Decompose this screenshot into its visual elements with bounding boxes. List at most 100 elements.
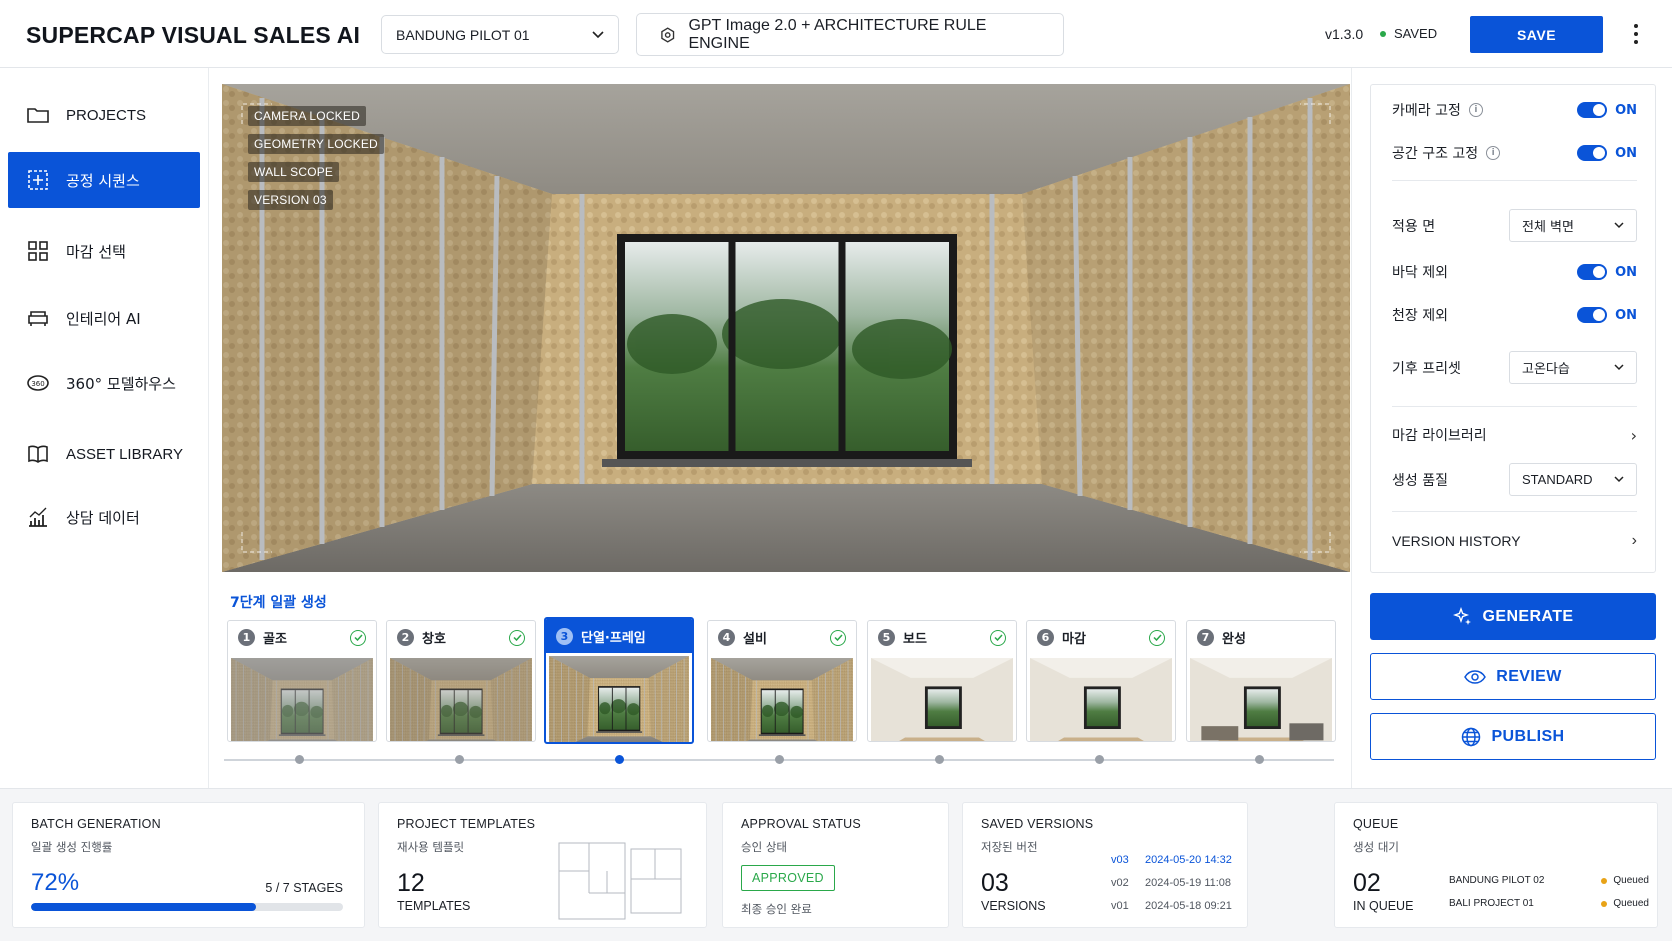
toggle-state: ON	[1615, 102, 1637, 118]
timeline-dot[interactable]	[455, 755, 464, 764]
stage-card-5[interactable]: 5 보드	[867, 620, 1017, 742]
sidebar-item-process-sequence[interactable]: 공정 시퀀스	[8, 152, 200, 208]
version-history-label: VERSION HISTORY	[1392, 533, 1521, 549]
version-tag: VERSION 03	[248, 190, 333, 210]
360-icon: 360	[27, 375, 49, 391]
stage-card-3[interactable]: 3 단열·프레임	[544, 617, 694, 744]
top-bar: SUPERCAP VISUAL SALES AI BANDUNG PILOT 0…	[0, 0, 1672, 68]
stage-thumbnail	[711, 658, 853, 741]
grid-icon	[28, 241, 48, 261]
info-icon[interactable]: i	[1468, 103, 1483, 117]
approval-note: 최종 승인 완료	[741, 902, 812, 916]
sidebar-item-label: 공정 시퀀스	[66, 171, 140, 190]
save-button[interactable]: SAVE	[1470, 16, 1603, 53]
queue-caption: IN QUEUE	[1353, 899, 1414, 913]
queue-item-status: Queued	[1613, 898, 1649, 909]
sidebar-item-asset-library[interactable]: ASSET LIBRARY	[8, 426, 200, 482]
timeline-dot[interactable]	[1255, 755, 1264, 764]
check-icon	[1149, 629, 1165, 646]
apply-surface-select[interactable]: 전체 벽면	[1509, 209, 1637, 242]
queued-dot	[1601, 900, 1608, 907]
exclude-floor-toggle[interactable]: ON	[1577, 264, 1637, 280]
card-subtitle: 일괄 생성 진행률	[31, 840, 113, 854]
queue-item-name: BALI PROJECT 01	[1449, 898, 1534, 909]
publish-label: PUBLISH	[1491, 727, 1565, 745]
queue-item-name: BANDUNG PILOT 02	[1449, 875, 1545, 886]
stage-thumbnail	[390, 658, 532, 741]
floorplan-icon	[558, 842, 682, 920]
engine-chip[interactable]: GPT Image 2.0 + ARCHITECTURE RULE ENGINE	[636, 13, 1064, 56]
stage-label: 완성	[1222, 632, 1246, 647]
quality-select[interactable]: STANDARD	[1509, 463, 1637, 496]
exclude-ceiling-toggle[interactable]: ON	[1577, 307, 1637, 323]
stage-section-title: 7단계 일괄 생성	[230, 595, 327, 611]
version-history-row[interactable]: VERSION HISTORY ›	[1392, 529, 1637, 553]
version-id: v03	[1111, 854, 1129, 866]
card-title: APPROVAL STATUS	[741, 817, 861, 831]
queue-item[interactable]: BANDUNG PILOT 02 Queued	[1449, 869, 1649, 892]
geometry-locked-tag: GEOMETRY LOCKED	[248, 134, 384, 154]
exclude-ceiling-label: 천장 제외	[1392, 308, 1448, 324]
finish-library-row[interactable]: 마감 라이브러리 ›	[1392, 423, 1637, 447]
card-title: PROJECT TEMPLATES	[397, 817, 536, 831]
version-item[interactable]: v02 2024-05-19 11:08	[1111, 872, 1232, 895]
sidebar-item-projects[interactable]: PROJECTS	[8, 87, 200, 143]
stage-thumbnail	[1030, 658, 1172, 741]
stage-label: 설비	[743, 632, 767, 647]
render-viewer[interactable]: CAMERA LOCKED GEOMETRY LOCKED WALL SCOPE…	[222, 84, 1350, 572]
version-id: v01	[1111, 900, 1129, 912]
generate-label: GENERATE	[1482, 607, 1574, 625]
info-icon[interactable]: i	[1486, 146, 1501, 160]
climate-select[interactable]: 고온다습	[1509, 351, 1637, 384]
version-date: 2024-05-19 11:08	[1145, 877, 1232, 889]
timeline-dot[interactable]	[1095, 755, 1104, 764]
version-item[interactable]: v01 2024-05-18 09:21	[1111, 895, 1232, 918]
sidebar-item-label: 마감 선택	[66, 242, 126, 261]
divider	[1392, 180, 1637, 181]
select-value: 고온다습	[1522, 362, 1570, 377]
review-label: REVIEW	[1496, 667, 1562, 685]
stage-number: 1	[238, 629, 255, 646]
engine-label: GPT Image 2.0 + ARCHITECTURE RULE ENGINE	[688, 16, 987, 52]
review-button[interactable]: REVIEW	[1370, 653, 1656, 700]
timeline-dot[interactable]	[295, 755, 304, 764]
toggle-state: ON	[1615, 264, 1637, 280]
timeline-dot[interactable]	[775, 755, 784, 764]
project-select[interactable]: BANDUNG PILOT 01	[381, 15, 619, 54]
timeline-dot[interactable]	[935, 755, 944, 764]
ai-engine-icon	[661, 26, 675, 43]
stage-card-7[interactable]: 7 완성	[1186, 620, 1336, 742]
sidebar-item-interior-ai[interactable]: 인테리어 AI	[8, 290, 200, 346]
sidebar-item-finish-select[interactable]: 마감 선택	[8, 223, 200, 279]
timeline-dot-active[interactable]	[615, 755, 624, 764]
stage-card-4[interactable]: 4 설비	[707, 620, 857, 742]
stage-number: 6	[1037, 629, 1054, 646]
generate-button[interactable]: GENERATE	[1370, 593, 1656, 640]
sidebar-item-consult-data[interactable]: 상담 데이터	[8, 489, 200, 545]
batch-generation-card: BATCH GENERATION 일괄 생성 진행률 72% 5 / 7 STA…	[12, 802, 365, 928]
camera-lock-toggle[interactable]: ON	[1577, 102, 1637, 118]
progress-percent: 72%	[31, 869, 80, 896]
app-title: SUPERCAP VISUAL SALES AI	[26, 22, 361, 48]
version-item[interactable]: v03 2024-05-20 14:32	[1111, 849, 1232, 872]
more-menu-icon[interactable]	[1630, 22, 1642, 46]
stage-card-1[interactable]: 1 골조	[227, 620, 377, 742]
queue-list: BANDUNG PILOT 02 Queued BALI PROJECT 01 Qu…	[1449, 869, 1649, 915]
finish-library-label: 마감 라이브러리	[1392, 428, 1487, 444]
stage-card-2[interactable]: 2 창호	[386, 620, 536, 742]
sidebar-item-360-modelhouse[interactable]: 360 360° 모델하우스	[8, 355, 200, 411]
card-title: QUEUE	[1353, 817, 1399, 831]
sidebar-item-label: PROJECTS	[66, 106, 147, 124]
structure-lock-toggle[interactable]: ON	[1577, 145, 1637, 161]
version-count: 03	[981, 869, 1009, 897]
version-label: v1.3.0	[1325, 26, 1364, 42]
version-id: v02	[1111, 877, 1129, 889]
climate-label: 기후 프리셋	[1392, 360, 1461, 377]
stage-card-6[interactable]: 6 마감	[1026, 620, 1176, 742]
chevron-down-icon	[1614, 222, 1624, 229]
check-icon	[990, 629, 1006, 646]
publish-button[interactable]: PUBLISH	[1370, 713, 1656, 760]
check-icon	[830, 629, 846, 646]
queue-item[interactable]: BALI PROJECT 01 Queued	[1449, 892, 1649, 915]
queue-card: QUEUE 생성 대기 02 IN QUEUE BANDUNG PILOT 02…	[1334, 802, 1658, 928]
